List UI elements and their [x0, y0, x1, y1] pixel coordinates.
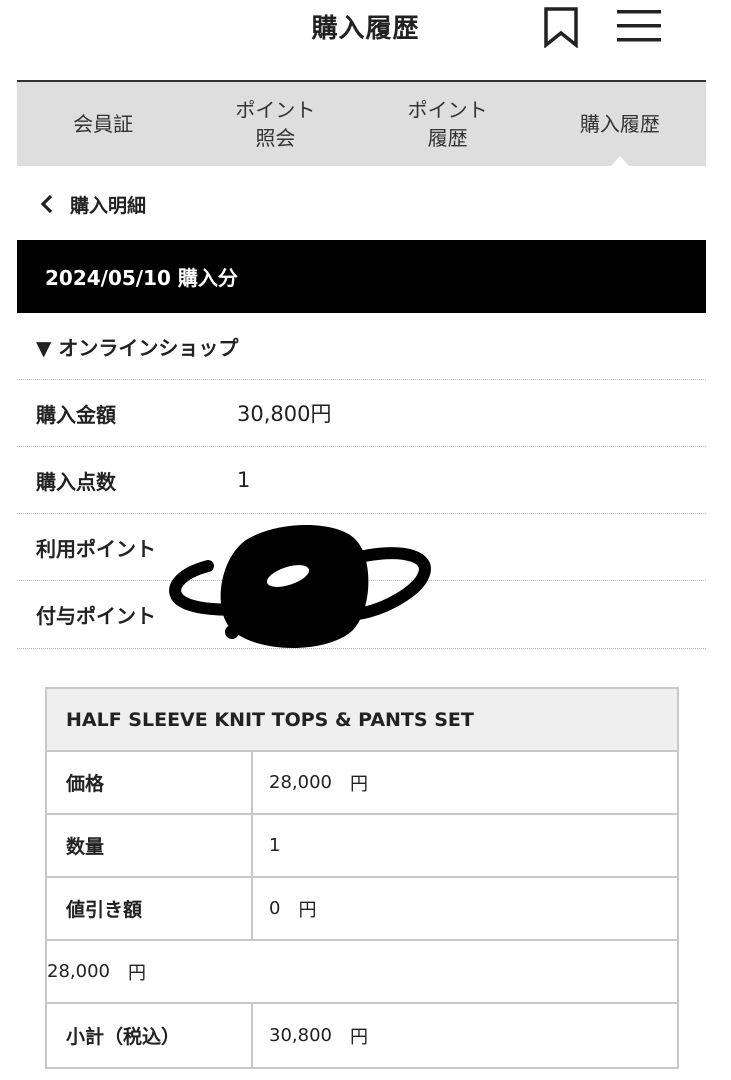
- chevron-left-icon: [40, 194, 53, 214]
- discount-label: 値引き額: [47, 878, 253, 939]
- info-value: 1: [237, 468, 251, 492]
- amount-unit: 円: [127, 962, 146, 984]
- price-value-cell: 28,000 円: [253, 752, 677, 813]
- info-label: 購入金額: [36, 402, 116, 427]
- subtotal-label: 小計（税込）: [47, 1004, 253, 1067]
- table-row: 値引き額 0 円: [47, 878, 677, 941]
- tab-membership-card[interactable]: 会員証: [17, 82, 189, 166]
- discount-unit: 円: [298, 899, 317, 921]
- price-unit: 円: [349, 773, 368, 795]
- discount-value-cell: 0 円: [253, 878, 677, 939]
- back-link-label: 購入明細: [70, 194, 147, 217]
- amount-value: 28,000: [47, 961, 110, 982]
- info-value: 30,800円: [237, 402, 332, 426]
- hamburger-menu-icon[interactable]: [614, 6, 664, 46]
- table-row: 数量 1: [47, 815, 677, 878]
- info-label: 購入点数: [36, 469, 116, 494]
- quantity-value: 1: [269, 835, 281, 856]
- tab-point-inquiry[interactable]: ポイント 照会: [189, 82, 361, 166]
- info-row-count: 購入点数 1: [17, 447, 706, 514]
- table-row: 28,000 円: [47, 941, 677, 1004]
- table-row: 価格 28,000 円: [47, 752, 677, 815]
- info-row-amount: 購入金額 30,800円: [17, 380, 706, 447]
- product-table: HALF SLEEVE KNIT TOPS & PANTS SET 価格 28,…: [45, 687, 679, 1069]
- table-row: 小計（税込） 30,800 円: [47, 1004, 677, 1067]
- shop-section-toggle[interactable]: ▼ オンラインショップ: [17, 313, 706, 380]
- tab-bar: 会員証 ポイント 照会 ポイント 履歴 購入履歴: [17, 82, 706, 167]
- subtotal-value: 30,800: [269, 1025, 332, 1046]
- discount-value: 0: [269, 898, 281, 919]
- redaction-scribble: [169, 525, 431, 648]
- price-value: 28,000: [269, 772, 332, 793]
- bookmark-icon[interactable]: [541, 6, 581, 48]
- price-label: 価格: [47, 752, 253, 813]
- app-header: 購入履歴: [0, 0, 731, 80]
- subtotal-value-cell: 30,800 円: [253, 1004, 677, 1067]
- tab-point-history[interactable]: ポイント 履歴: [362, 82, 534, 166]
- tab-purchase-history[interactable]: 購入履歴: [534, 82, 706, 167]
- subtotal-unit: 円: [349, 1026, 368, 1048]
- purchase-date-heading: 2024/05/10 購入分: [17, 240, 706, 313]
- quantity-label: 数量: [47, 815, 253, 876]
- amount-value-cell: 28,000 円: [47, 941, 677, 1002]
- back-link[interactable]: 購入明細: [38, 188, 146, 220]
- product-name: HALF SLEEVE KNIT TOPS & PANTS SET: [47, 689, 677, 752]
